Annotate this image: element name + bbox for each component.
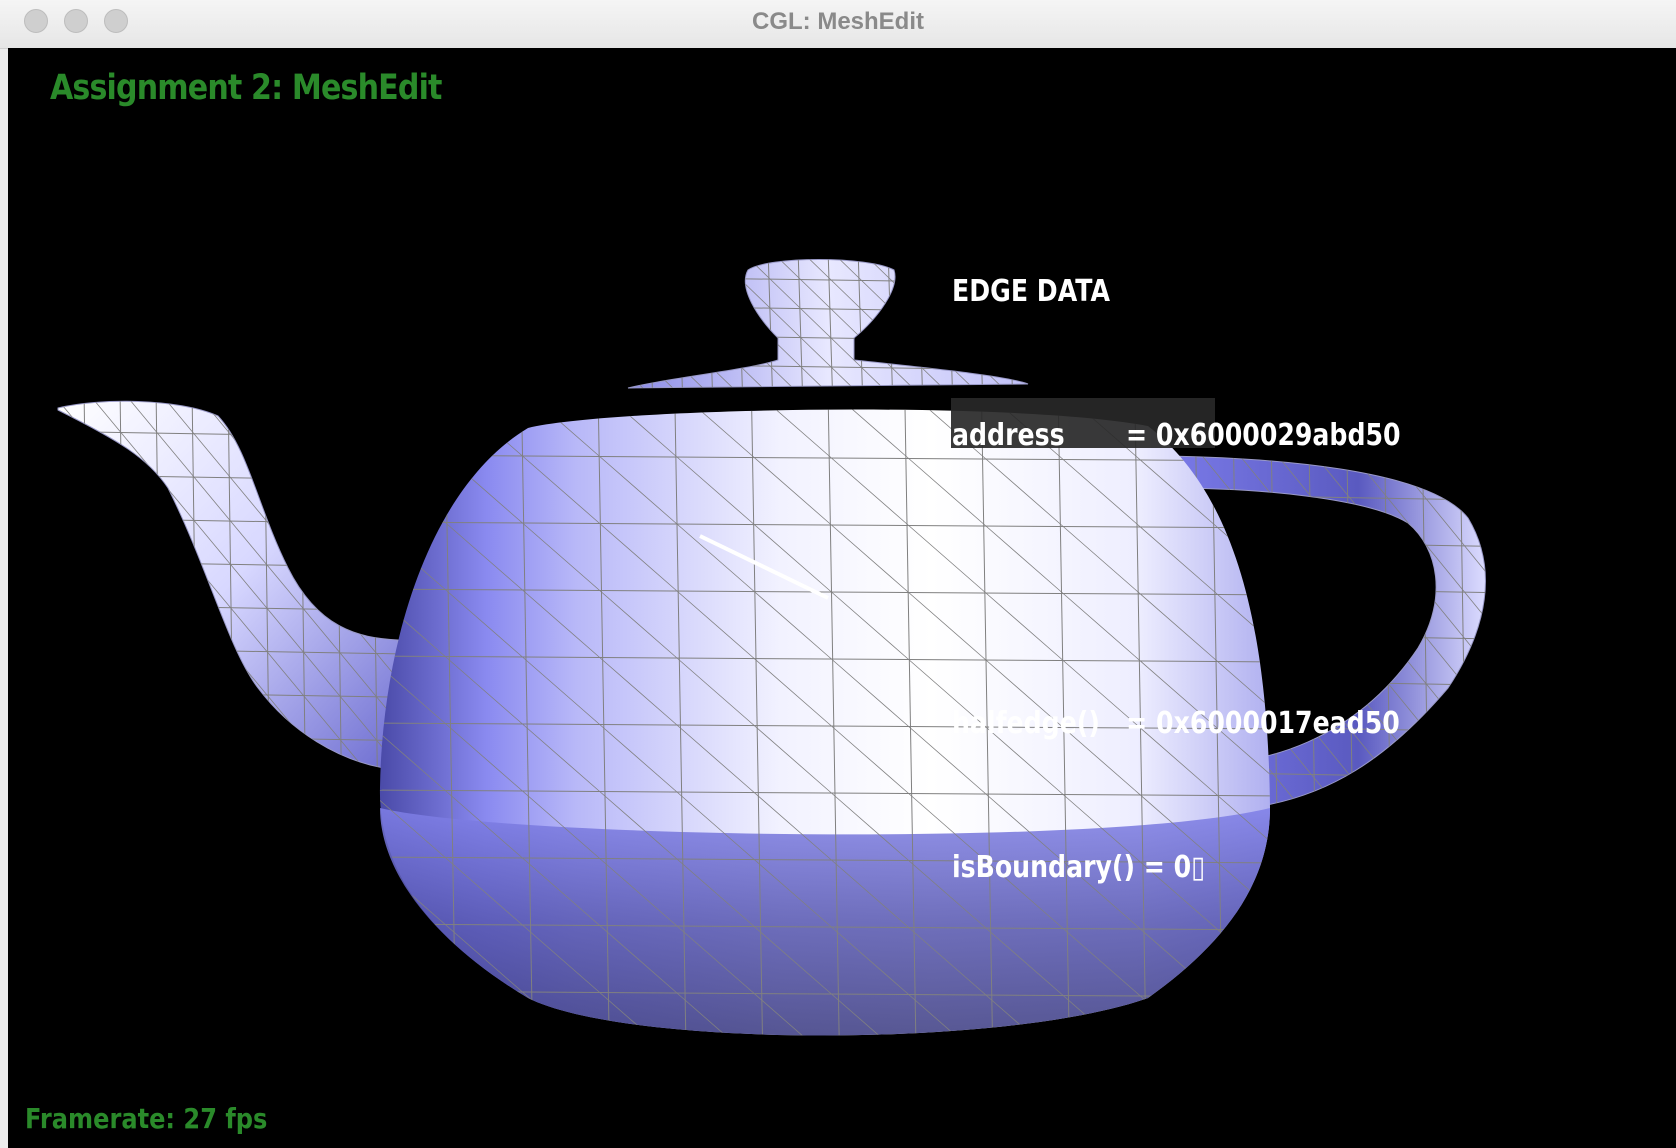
render-viewport[interactable]: Assignment 2: MeshEdit EDGE DATA address… <box>8 48 1676 1148</box>
spout <box>57 400 399 771</box>
teapot-mesh[interactable] <box>8 48 1676 1148</box>
app-window: CGL: MeshEdit Assignment 2: MeshEdit EDG… <box>0 0 1676 1148</box>
edge-data-panel: EDGE DATA address = 0x6000029abd50 halfe… <box>952 172 1401 988</box>
window-title: CGL: MeshEdit <box>752 8 924 35</box>
edge-is-boundary: isBoundary() = 0▯ <box>952 850 1206 885</box>
framerate-readout: Framerate: 27 fps <box>25 1102 268 1135</box>
assignment-title: Assignment 2: MeshEdit <box>50 68 442 108</box>
edge-address: address = 0x6000029abd50 <box>952 418 1401 453</box>
title-bar[interactable]: CGL: MeshEdit <box>0 0 1676 49</box>
edge-halfedge: halfedge() = 0x6000017ead50 <box>952 706 1400 741</box>
edge-data-header: EDGE DATA <box>952 274 1111 309</box>
